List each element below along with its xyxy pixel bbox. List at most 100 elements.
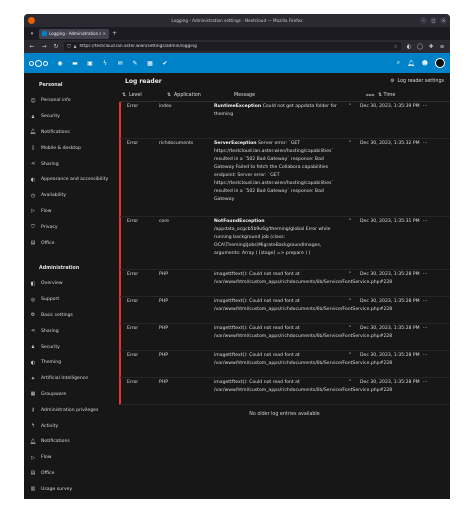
tab-list-icon[interactable]: ▾: [28, 30, 36, 38]
table-row[interactable]: Error PHP imagettftext(): Could not read f…: [119, 324, 450, 351]
table-row[interactable]: Error PHP imagettftext(): Could not read f…: [119, 378, 450, 405]
extensions-icon[interactable]: ✚: [427, 44, 435, 50]
activity-icon[interactable]: ϟ: [101, 60, 109, 67]
filter-icon[interactable]: ⩶: [362, 92, 378, 98]
close-icon[interactable]: ✕: [440, 17, 447, 24]
avatar[interactable]: [435, 58, 445, 68]
sidebar-item-sharing[interactable]: ⋖ Sharing: [24, 156, 116, 172]
expand-icon[interactable]: ⌃: [342, 139, 358, 216]
more-options-icon[interactable]: ⋯: [420, 378, 430, 404]
table-row[interactable]: Error PHP imagettftext(): Could not read f…: [119, 270, 450, 297]
files-icon[interactable]: ▬: [71, 60, 79, 67]
more-options-icon[interactable]: ⋯: [420, 297, 430, 323]
nextcloud-logo-icon[interactable]: [29, 59, 48, 67]
dashboard-icon[interactable]: ◉: [56, 60, 64, 67]
sidebar-item-personal-info[interactable]: ☺ Personal info: [24, 93, 116, 109]
tasks-icon[interactable]: ✔: [161, 60, 169, 67]
sidebar-item-overview[interactable]: ◧ Overview: [24, 276, 116, 292]
row-time: Dec 30, 2023, 1:35:28 PM: [360, 272, 420, 277]
pocket-icon[interactable]: ◐: [405, 44, 413, 50]
column-time[interactable]: ⇅ Time: [378, 93, 440, 98]
photos-icon[interactable]: ▣: [86, 60, 94, 67]
log-table: Error index RuntimeException Could not get…: [119, 102, 450, 405]
row-level: Error: [127, 104, 139, 109]
sidebar-item-theming[interactable]: ◐ Theming: [24, 355, 116, 371]
more-options-icon[interactable]: ⋯: [420, 351, 430, 377]
sidebar-item-privacy[interactable]: ⛉ Privacy: [24, 219, 116, 235]
log-reader-settings-button[interactable]: ⚙ Log reader settings: [390, 79, 444, 84]
back-icon[interactable]: ←: [28, 43, 36, 50]
sidebar-item-groupware[interactable]: ▦ Groupware: [24, 387, 116, 403]
expand-icon[interactable]: ⌃: [342, 297, 358, 323]
sidebar-item-security[interactable]: 🔒︎ Security: [24, 339, 116, 355]
tab-close-icon[interactable]: ✕: [103, 31, 106, 36]
row-message: RuntimeException Could not get appdata f…: [214, 102, 342, 138]
url-bar[interactable]: ⛉ 🔒︎ https://testcloud.lan.aster.wien/se…: [64, 42, 401, 51]
calendar-icon[interactable]: ▦: [146, 60, 154, 67]
table-row[interactable]: Error richdocuments ServerException Server…: [119, 139, 450, 217]
sidebar-item-notifications[interactable]: 🔔︎ Notifications: [24, 434, 116, 450]
sidebar-item-availability[interactable]: ◷ Availability: [24, 188, 116, 204]
sidebar-item-artificial-intelligence[interactable]: ✦ Artificial Intelligence: [24, 371, 116, 387]
sidebar-item-office[interactable]: ▤ Office: [24, 466, 116, 482]
search-icon[interactable]: ⌕: [397, 59, 400, 67]
expand-icon[interactable]: ⌃: [342, 324, 358, 350]
maximize-icon[interactable]: □: [430, 17, 437, 24]
sidebar-item-flow[interactable]: ▷ Flow: [24, 450, 116, 466]
expand-icon[interactable]: ⌃: [342, 270, 358, 296]
expand-icon[interactable]: ⌃: [342, 217, 358, 269]
sidebar-item-office[interactable]: ▤ Office: [24, 235, 116, 251]
bell-icon[interactable]: 🔔︎: [407, 60, 415, 67]
browser-tab[interactable]: Logging - Administration s ✕: [39, 28, 109, 39]
sidebar-item-sharing[interactable]: ⋖ Sharing: [24, 323, 116, 339]
support-icon: ◎: [30, 296, 36, 303]
sidebar-item-basic-settings[interactable]: ⚙ Basic settings: [24, 308, 116, 324]
menu-icon[interactable]: ≡: [438, 44, 446, 50]
window-controls: – □ ✕: [420, 17, 447, 24]
more-options-icon[interactable]: ⋯: [420, 217, 430, 269]
expand-icon[interactable]: ⌃: [342, 378, 358, 404]
more-options-icon[interactable]: ⋯: [420, 270, 430, 296]
sidebar-item-activity[interactable]: ϟ Activity: [24, 418, 116, 434]
sidebar-item-notifications[interactable]: 🔔︎ Notifications: [24, 125, 116, 141]
row-time: Dec 30, 2023, 1:35:32 PM: [360, 141, 420, 146]
mail-icon[interactable]: ✉: [116, 60, 124, 67]
share-icon: ⋖: [30, 161, 36, 168]
more-options-icon[interactable]: ⋯: [420, 139, 430, 216]
sidebar-item-administration-privileges[interactable]: ⚷ Administration privileges: [24, 402, 116, 418]
sidebar-item-security[interactable]: 🔒︎ Security: [24, 109, 116, 125]
new-tab-icon[interactable]: +: [112, 30, 117, 37]
bookmark-star-icon[interactable]: ☆: [394, 44, 398, 50]
table-row[interactable]: Error PHP imagettftext(): Could not read f…: [119, 297, 450, 324]
table-row[interactable]: Error core NotFoundException /appdata_ocgc…: [119, 217, 450, 270]
url-text[interactable]: https://testcloud.lan.aster.wien/setting…: [79, 44, 390, 49]
sidebar-item-support[interactable]: ◎ Support: [24, 292, 116, 308]
notes-icon[interactable]: ✎: [131, 60, 139, 67]
column-level[interactable]: Level: [129, 93, 164, 98]
forward-icon[interactable]: →: [40, 43, 48, 50]
shield-icon[interactable]: ⛉: [67, 44, 71, 50]
more-options-icon[interactable]: ⋯: [420, 324, 430, 350]
application-sort-icon[interactable]: ⇅: [164, 93, 174, 98]
minimize-icon[interactable]: –: [420, 17, 427, 24]
row-level: Error: [127, 353, 139, 358]
row-message: imagettftext(): Could not read font at /…: [214, 378, 392, 404]
expand-icon[interactable]: ⌃: [342, 351, 358, 377]
sidebar-item-label: Basic settings: [41, 312, 73, 318]
table-row[interactable]: Error PHP imagettftext(): Could not read f…: [119, 351, 450, 378]
more-options-icon[interactable]: ⋯: [420, 102, 430, 138]
column-application[interactable]: Application: [174, 93, 234, 98]
sidebar-item-appearance-and-accessibility[interactable]: ◐ Appearance and accessibility: [24, 172, 116, 188]
table-row[interactable]: Error index RuntimeException Could not get…: [119, 102, 450, 139]
sidebar-item-usage-survey[interactable]: ▥ Usage survey: [24, 481, 116, 497]
sidebar-item-mobile-desktop[interactable]: ▯ Mobile & desktop: [24, 140, 116, 156]
row-level: Error: [127, 219, 139, 224]
expand-icon[interactable]: ⌃: [342, 102, 358, 138]
sidebar-item-flow[interactable]: ▷ Flow: [24, 204, 116, 220]
contacts-icon[interactable]: ☻: [422, 60, 428, 67]
lock-icon[interactable]: 🔒︎: [74, 44, 77, 50]
reload-icon[interactable]: ↻: [52, 43, 60, 50]
level-sort-icon[interactable]: ⇅: [119, 93, 129, 98]
account-icon[interactable]: ◯: [416, 44, 424, 50]
row-message: imagettftext(): Could not read font at /…: [214, 324, 392, 350]
